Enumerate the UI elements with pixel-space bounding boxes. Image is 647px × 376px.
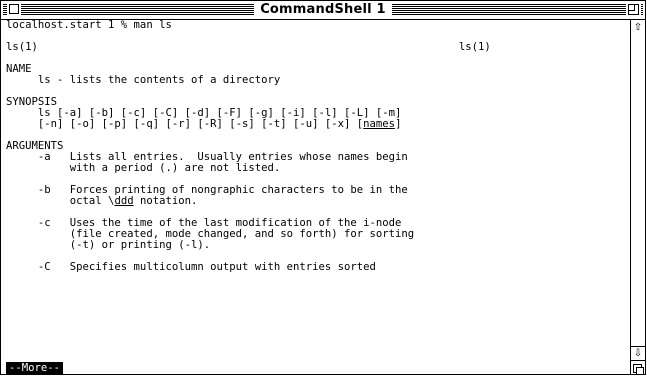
underlined-term: ddd — [114, 195, 134, 207]
terminal-line: ls(1) ls(1) — [6, 42, 627, 53]
line-text: (-t) or printing (-l). — [6, 239, 211, 251]
terminal-line: ls - lists the contents of a directory — [6, 75, 627, 86]
line-text: [-n] [-o] [-p] [-q] [-r] [-R] [-s] [-t] … — [6, 118, 364, 130]
vertical-scrollbar[interactable]: ⇧ ⇩ — [630, 20, 645, 374]
line-text: ] — [395, 118, 402, 130]
line-text: ls - lists the contents of a directory — [6, 74, 281, 86]
terminal-output[interactable]: localhost.start 1 % man ls ls(1) ls(1) NAM… — [6, 20, 627, 374]
terminal-line: (-t) or printing (-l). — [6, 240, 627, 251]
window-title: CommandShell 1 — [254, 2, 392, 17]
line-text: with a period (.) are not listed. — [6, 162, 281, 174]
close-box-icon[interactable] — [9, 4, 19, 14]
window-title-wrap: CommandShell 1 — [1, 2, 645, 18]
commandshell-window: CommandShell 1 localhost.start 1 % man l… — [0, 0, 646, 375]
line-text: notation. — [133, 195, 198, 207]
terminal-text: localhost.start 1 % man ls ls(1) ls(1) NAM… — [6, 20, 627, 273]
underlined-term: names — [363, 118, 396, 130]
line-text: -C Specifies multicolumn output with ent… — [6, 261, 376, 273]
line-text: localhost.start 1 % man ls — [6, 20, 172, 31]
scroll-up-arrow-icon[interactable]: ⇧ — [631, 21, 645, 35]
zoom-box-icon[interactable] — [628, 4, 639, 15]
line-text: ls(1) ls(1) — [6, 41, 491, 53]
terminal-line: octal \ddd notation. — [6, 196, 627, 207]
terminal-line: [-n] [-o] [-p] [-q] [-r] [-R] [-s] [-t] … — [6, 119, 627, 130]
terminal-line: -C Specifies multicolumn output with ent… — [6, 262, 627, 273]
scroll-down-arrow-icon[interactable]: ⇩ — [631, 346, 645, 360]
line-text: octal \ — [6, 195, 115, 207]
title-bar[interactable]: CommandShell 1 — [1, 1, 645, 20]
more-prompt: --More-- — [6, 362, 64, 374]
terminal-line: localhost.start 1 % man ls — [6, 20, 627, 31]
terminal-line: with a period (.) are not listed. — [6, 163, 627, 174]
resize-grow-box-icon[interactable] — [631, 360, 645, 374]
